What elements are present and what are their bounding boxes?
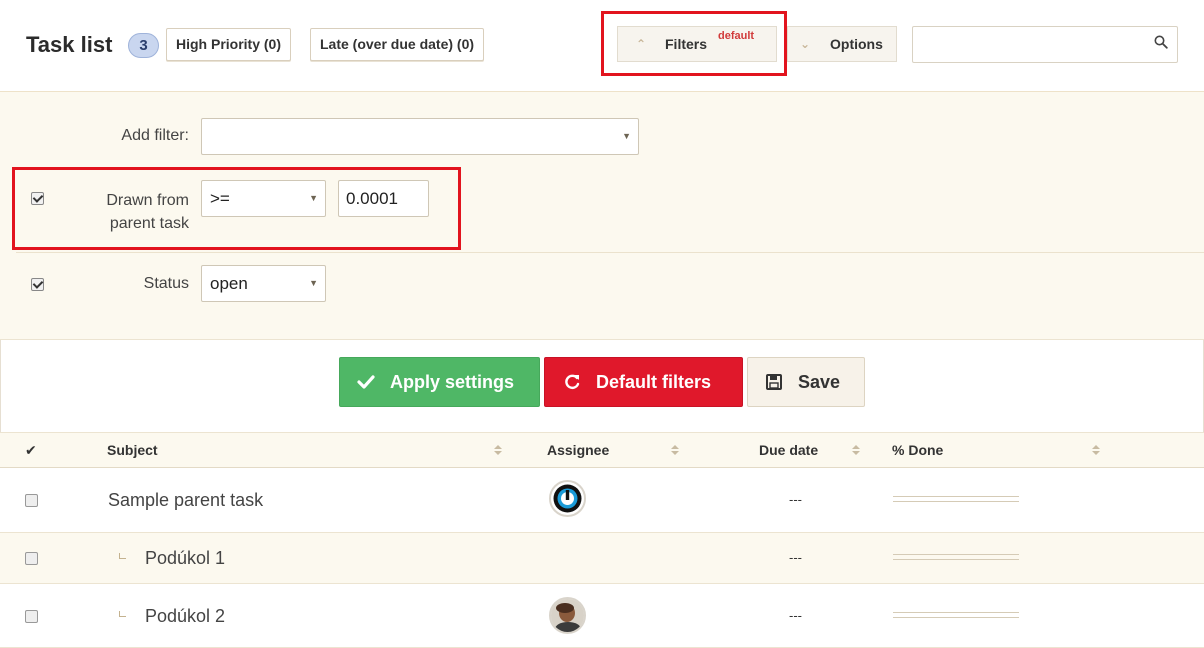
sort-icon[interactable] — [1092, 445, 1100, 456]
floppy-disk-icon — [766, 374, 782, 390]
row-checkbox[interactable] — [25, 552, 38, 565]
table-header: ✔ Subject Assignee Due date % Done — [0, 432, 1204, 468]
page-header: Task list 3 High Priority (0) Late (over… — [0, 0, 1204, 92]
sort-icon[interactable] — [852, 445, 860, 456]
caret-down-icon: ▼ — [309, 278, 318, 288]
sort-icon[interactable] — [494, 445, 502, 456]
column-assignee[interactable]: Assignee — [547, 433, 609, 467]
progress-bar — [893, 612, 1019, 618]
table-row: Sample parent task --- — [0, 468, 1204, 533]
apply-settings-label: Apply settings — [390, 372, 515, 392]
save-label: Save — [798, 372, 841, 392]
column-subject[interactable]: Subject — [107, 433, 158, 467]
assignee-avatar[interactable] — [549, 597, 586, 634]
due-date: --- — [789, 550, 802, 565]
task-count-badge: 3 — [128, 33, 159, 58]
add-filter-select[interactable]: ▼ — [201, 118, 639, 155]
page-title: Task list — [26, 32, 113, 57]
add-filter-label: Add filter: — [121, 127, 189, 144]
due-date: --- — [789, 492, 802, 507]
drawn-filter-highlight-box — [12, 167, 461, 250]
task-subject-link[interactable]: Podúkol 1 — [145, 548, 225, 569]
sort-icon[interactable] — [671, 445, 679, 456]
task-subject-link[interactable]: Podúkol 2 — [145, 606, 225, 627]
save-button[interactable]: Save — [747, 357, 865, 407]
apply-settings-button[interactable]: Apply settings — [339, 357, 540, 407]
photo-avatar-icon — [551, 599, 584, 632]
options-button[interactable]: ⌄ Options — [787, 26, 897, 62]
caret-down-icon: ▼ — [622, 131, 631, 141]
status-checkbox[interactable] — [31, 278, 44, 291]
table-row: Podúkol 2 --- — [0, 584, 1204, 648]
due-date: --- — [789, 608, 802, 623]
row-checkbox[interactable] — [25, 610, 38, 623]
refresh-icon — [565, 374, 580, 390]
progress-bar — [893, 554, 1019, 560]
late-chip[interactable]: Late (over due date) (0) — [310, 28, 485, 61]
options-button-label: Options — [830, 36, 883, 52]
filters-highlight-box — [601, 11, 787, 76]
row-checkbox[interactable] — [25, 494, 38, 507]
assignee-avatar[interactable] — [549, 480, 586, 517]
tree-branch-icon — [119, 553, 126, 559]
column-percent-done[interactable]: % Done — [892, 433, 943, 467]
filters-panel: Add filter: ▼ Drawn from parent task >= … — [0, 92, 1204, 340]
tree-branch-icon — [119, 611, 126, 617]
select-all-check-icon[interactable]: ✔ — [25, 433, 37, 467]
column-due-date[interactable]: Due date — [759, 433, 818, 467]
search-icon[interactable] — [1154, 35, 1168, 49]
chevron-down-icon: ⌄ — [800, 37, 811, 51]
default-filters-button[interactable]: Default filters — [544, 357, 743, 407]
status-value: open — [210, 274, 248, 293]
status-label: Status — [143, 275, 189, 292]
table-row: Podúkol 1 --- — [0, 533, 1204, 584]
status-select[interactable]: open ▼ — [201, 265, 326, 302]
progress-bar — [893, 496, 1019, 502]
task-subject-link[interactable]: Sample parent task — [108, 490, 263, 511]
check-icon — [357, 375, 375, 389]
high-priority-chip[interactable]: High Priority (0) — [166, 28, 292, 61]
search-input[interactable] — [912, 26, 1178, 63]
logo-avatar-icon — [553, 484, 582, 513]
filter-row-divider — [16, 252, 1204, 253]
default-filters-label: Default filters — [596, 372, 712, 392]
